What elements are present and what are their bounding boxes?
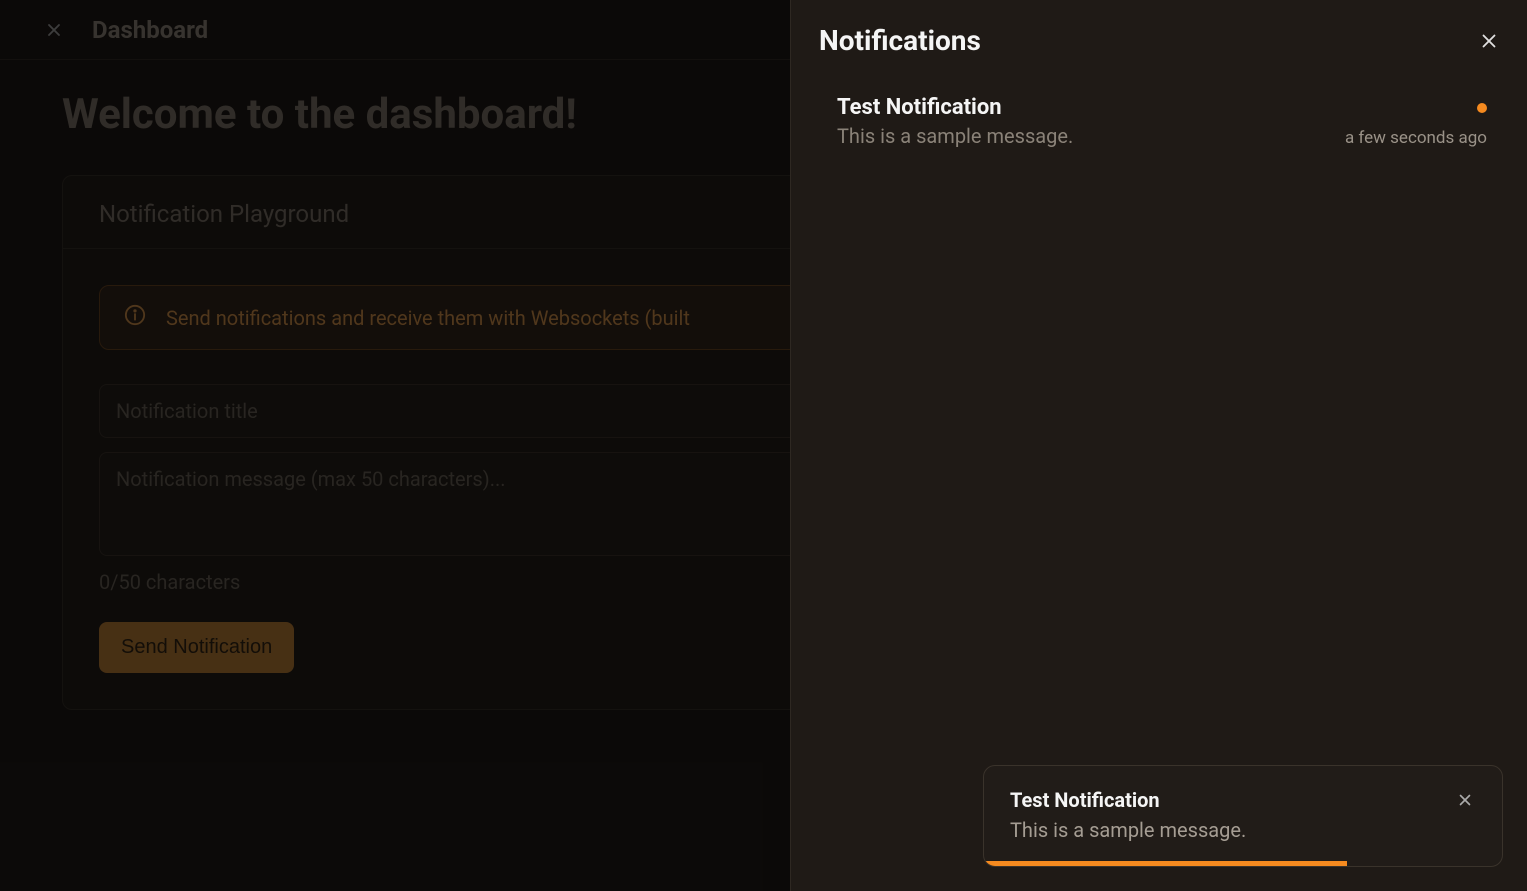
close-panel-icon[interactable] — [1475, 27, 1503, 55]
notifications-panel: Notifications Test Notification This is … — [790, 0, 1527, 891]
toast: Test Notification This is a sample messa… — [983, 765, 1503, 867]
notification-item-message: This is a sample message. — [837, 124, 1073, 148]
toast-message: This is a sample message. — [1010, 818, 1476, 842]
info-alert-text: Send notifications and receive them with… — [166, 306, 690, 330]
toast-close-icon[interactable] — [1454, 789, 1476, 811]
notification-item-title: Test Notification — [837, 95, 1002, 120]
notification-item[interactable]: Test Notification This is a sample messa… — [819, 95, 1503, 156]
toast-title: Test Notification — [1010, 788, 1160, 812]
send-notification-button[interactable]: Send Notification — [99, 622, 294, 673]
panel-header: Notifications — [819, 24, 1503, 57]
info-icon — [124, 304, 146, 331]
notification-item-time: a few seconds ago — [1345, 128, 1487, 148]
panel-title: Notifications — [819, 24, 981, 57]
unread-dot-icon — [1477, 103, 1487, 113]
close-icon[interactable] — [40, 16, 68, 44]
page-title: Dashboard — [92, 16, 208, 44]
toast-progress-bar — [984, 861, 1347, 866]
